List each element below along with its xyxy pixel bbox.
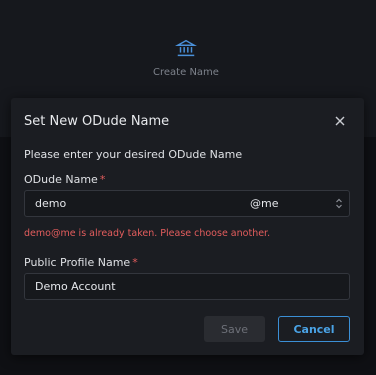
create-name-label: Create Name — [153, 67, 219, 78]
domain-select-value: @me — [250, 197, 279, 210]
set-name-modal: Set New ODude Name Please enter your des… — [11, 98, 364, 355]
public-profile-field[interactable]: Demo Account — [24, 273, 350, 300]
odude-name-label: ODude Name * — [24, 173, 105, 186]
required-mark: * — [132, 256, 138, 269]
create-name-tile[interactable]: Create Name — [0, 37, 376, 99]
modal-description: Please enter your desired ODude Name — [24, 148, 243, 161]
cancel-button[interactable]: Cancel — [278, 316, 350, 342]
public-profile-label-text: Public Profile Name — [24, 256, 131, 269]
odude-name-label-text: ODude Name — [24, 173, 98, 186]
public-profile-value: Demo Account — [35, 280, 116, 293]
bank-icon — [175, 39, 197, 57]
modal-title: Set New ODude Name — [24, 114, 170, 129]
public-profile-label: Public Profile Name * — [24, 256, 138, 269]
odude-name-error: demo@me is already taken. Please choose … — [24, 228, 271, 239]
required-mark: * — [99, 173, 106, 186]
select-arrows-icon — [336, 198, 342, 209]
save-button[interactable]: Save — [204, 316, 265, 342]
close-icon[interactable] — [333, 114, 347, 128]
odude-name-value: demo — [35, 197, 67, 210]
odude-name-field[interactable]: demo @me — [24, 190, 350, 217]
domain-select[interactable]: @me — [248, 191, 350, 216]
